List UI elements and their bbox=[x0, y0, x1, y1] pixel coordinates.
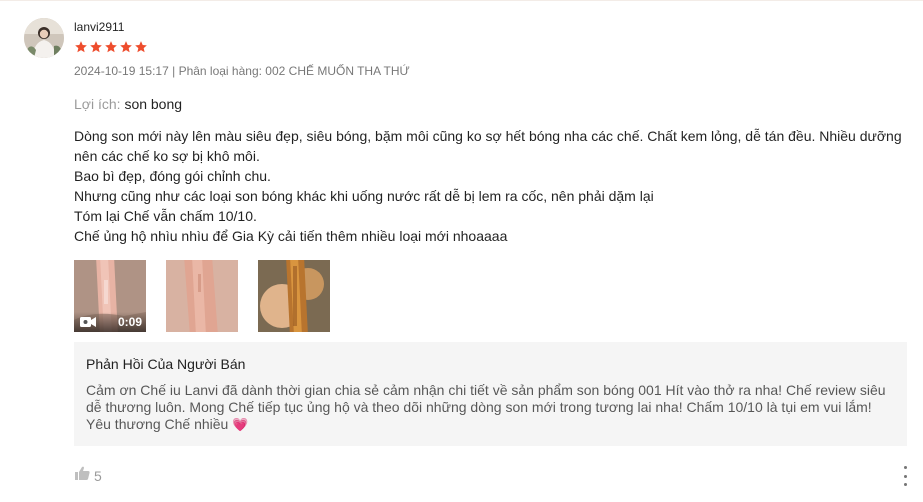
like-count: 5 bbox=[94, 467, 102, 484]
review-media: 0:09 bbox=[74, 260, 330, 332]
video-camera-icon bbox=[80, 316, 96, 328]
more-options-icon[interactable] bbox=[902, 466, 908, 486]
top-divider bbox=[0, 0, 923, 3]
review-image[interactable] bbox=[166, 260, 238, 332]
review-content: Dòng son mới này lên màu siêu đẹp, siêu … bbox=[74, 126, 914, 246]
review-line: Bao bì đẹp, đóng gói chỉnh chu. bbox=[74, 168, 271, 184]
review-line: Dòng son mới này lên màu siêu đẹp, siêu … bbox=[74, 128, 902, 164]
meta-separator: | bbox=[172, 64, 176, 78]
star-icon bbox=[135, 41, 147, 53]
video-thumbnail[interactable]: 0:09 bbox=[74, 260, 146, 332]
benefit-value: son bong bbox=[124, 96, 183, 112]
review-line: Chế ủng hộ nhìu nhìu để Gia Kỳ cải tiến … bbox=[74, 228, 508, 244]
star-icon bbox=[75, 41, 87, 53]
star-icon bbox=[105, 41, 117, 53]
video-duration: 0:09 bbox=[117, 315, 142, 329]
pink-heart-icon: 💗 bbox=[232, 417, 249, 432]
star-icon bbox=[120, 41, 132, 53]
seller-reply-text-block: Cảm ơn Chế iu Lanvi đã dành thời gian ch… bbox=[86, 382, 895, 433]
seller-reply: Phản Hồi Của Người Bán Cảm ơn Chế iu Lan… bbox=[74, 342, 907, 446]
review-date: 2024-10-19 15:17 bbox=[74, 64, 169, 78]
variation-label: Phân loại hàng: 002 CHẾ MUỐN THA THỨ bbox=[178, 64, 410, 78]
review-footer: 5 bbox=[74, 466, 102, 485]
seller-reply-text: Cảm ơn Chế iu Lanvi đã dành thời gian ch… bbox=[86, 382, 886, 432]
username[interactable]: lanvi2911 bbox=[74, 20, 124, 34]
seller-reply-title: Phản Hồi Của Người Bán bbox=[86, 356, 246, 372]
review-image[interactable] bbox=[258, 260, 330, 332]
thumbs-up-icon bbox=[75, 466, 90, 480]
review-meta: 2024-10-19 15:17 | Phân loại hàng: 002 C… bbox=[74, 64, 410, 78]
review-line: Tóm lại Chế vẫn chấm 10/10. bbox=[74, 208, 257, 224]
avatar[interactable] bbox=[24, 18, 64, 58]
benefit-attribute: Lợi ích: son bong bbox=[74, 96, 182, 112]
review-line: Nhưng cũng như các loại son bóng khác kh… bbox=[74, 188, 654, 204]
like-button[interactable] bbox=[74, 466, 90, 485]
rating-stars bbox=[74, 40, 148, 54]
benefit-label: Lợi ích: bbox=[74, 96, 121, 112]
star-icon bbox=[90, 41, 102, 53]
video-overlay: 0:09 bbox=[74, 312, 146, 332]
